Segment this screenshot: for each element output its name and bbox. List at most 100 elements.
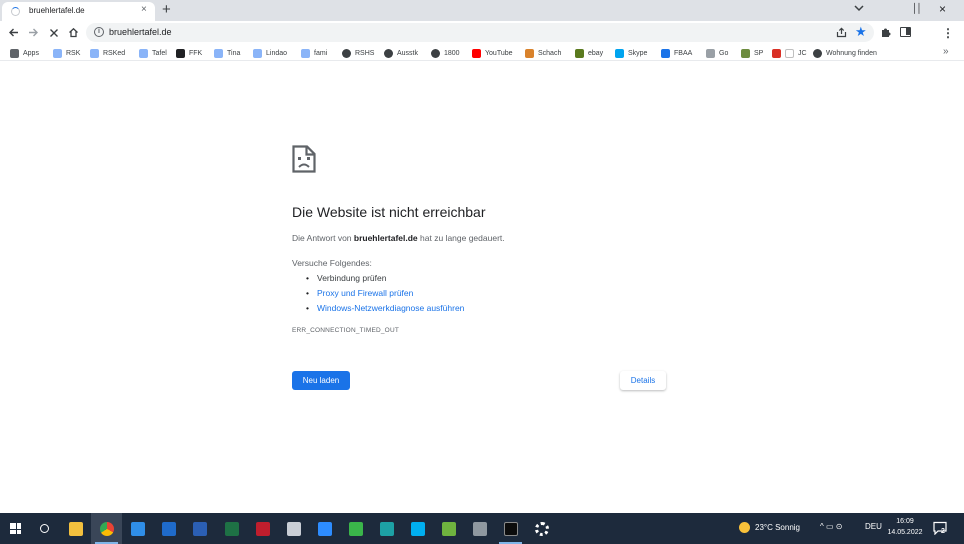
bookmark-tina[interactable]: Tina	[214, 47, 240, 59]
weather-widget[interactable]: 23°C Sonnig	[739, 522, 800, 533]
bookmark-wohnung-finden[interactable]: Wohnung finden	[813, 47, 877, 59]
error-code: ERR_CONNECTION_TIMED_OUT	[292, 327, 400, 334]
edge-icon	[379, 521, 394, 536]
windows-icon	[615, 48, 624, 58]
bookmark-label: fami	[314, 49, 328, 57]
suggestion-check-connection: Verbindung prüfen	[306, 273, 606, 283]
bookmark-sp[interactable]: SP	[741, 47, 763, 59]
terminal-icon	[503, 521, 518, 536]
bookmark-youtube[interactable]: YouTube	[472, 47, 513, 59]
window-control-icon[interactable]: ││	[912, 3, 922, 13]
details-button[interactable]: Details	[620, 371, 666, 390]
taskbar-skype-button[interactable]	[402, 513, 433, 544]
taskbar-excel-button[interactable]	[216, 513, 247, 544]
doc-icon	[53, 48, 62, 58]
bookmark-fbaa[interactable]: FBAA	[661, 47, 692, 59]
error-desc-prefix: Die Antwort von	[292, 233, 354, 243]
notification-center-button[interactable]: 2	[933, 521, 947, 540]
taskbar-edge-button[interactable]	[371, 513, 402, 544]
browser-menu-icon[interactable]: ⋮	[942, 26, 954, 40]
suggestion-check-proxy-firewall[interactable]: Proxy und Firewall prüfen	[306, 288, 606, 298]
home-button[interactable]	[66, 25, 81, 40]
bookmark-star-icon[interactable]: ★	[855, 24, 867, 40]
sad-document-icon	[292, 145, 316, 173]
taskbar-steam-button[interactable]	[464, 513, 495, 544]
address-bar[interactable]: i bruehlertafel.de ★	[86, 23, 874, 42]
forward-button[interactable]	[26, 25, 41, 40]
bookmark-label: JC	[798, 49, 807, 57]
clock-time: 16:09	[896, 518, 914, 525]
chrome-icon	[99, 521, 114, 536]
taskbar-windows-start-button[interactable]	[0, 513, 31, 544]
weather-text: 23°C Sonnig	[755, 523, 801, 532]
bookmark-ebay[interactable]: ebay	[575, 47, 603, 59]
reload-button[interactable]: Neu laden	[292, 371, 350, 390]
sun-icon	[739, 522, 750, 533]
tab-search-chevron-icon[interactable]	[854, 4, 864, 12]
globe-icon	[384, 48, 393, 58]
bag-icon	[575, 48, 584, 58]
bookmark-lindao[interactable]: Lindao	[253, 47, 287, 59]
tab-close-icon[interactable]: ×	[141, 4, 147, 15]
bookmark-skype[interactable]: Skype	[615, 47, 647, 59]
taskbar-file-explorer-button[interactable]	[60, 513, 91, 544]
bookmark-jc[interactable]: JC	[785, 47, 807, 59]
bookmarks-bar: » Apps RSK RSKed Tafel FFK Tina Lindao fami RSHS…	[0, 44, 964, 61]
suggestion-run-network-diagnostics[interactable]: Windows-Netzwerkdiagnose ausführen	[306, 303, 606, 313]
extensions-puzzle-icon[interactable]	[880, 26, 892, 38]
bookmark-label: SP	[754, 49, 764, 57]
back-arrow-icon	[9, 28, 18, 37]
bookmark-rsked[interactable]: RSKed	[90, 47, 125, 59]
taskbar-edge-legacy-button[interactable]	[122, 513, 153, 544]
bookmark-apps[interactable]: Apps	[10, 47, 39, 59]
bookmark-label: YouTube	[485, 49, 513, 57]
taskbar-photos-button[interactable]	[433, 513, 464, 544]
bookmark-1800[interactable]: 1800	[431, 47, 460, 59]
taskbar-zoom-button[interactable]	[309, 513, 340, 544]
input-language[interactable]: DEU	[865, 522, 882, 531]
side-panel-icon[interactable]	[900, 27, 911, 37]
site-info-icon[interactable]: i	[94, 27, 104, 37]
site-icon	[176, 48, 185, 58]
bookmark-schach[interactable]: Schach	[525, 47, 561, 59]
stop-x-icon	[49, 28, 58, 37]
more-bookmarks-icon[interactable]: »	[943, 46, 949, 57]
taskbar-search-button[interactable]	[29, 513, 60, 544]
back-button[interactable]	[6, 25, 21, 40]
taskbar-settings-button[interactable]	[526, 513, 557, 544]
taskbar-image-editor-button[interactable]	[340, 513, 371, 544]
bookmark-label: Apps	[23, 49, 39, 57]
error-description: Die Antwort von bruehlertafel.de hat zu …	[292, 233, 505, 243]
suggestion-link[interactable]: Proxy und Firewall prüfen	[317, 288, 413, 298]
new-tab-button[interactable]: +	[162, 1, 171, 18]
bookmark-label: RSK	[66, 49, 81, 57]
bookmark-ffk[interactable]: FFK	[176, 47, 202, 59]
word-icon	[192, 521, 207, 536]
bookmark-ausstk[interactable]: Ausstk	[384, 47, 418, 59]
globe-icon	[342, 48, 351, 58]
bookmark-go[interactable]: Go	[706, 47, 728, 59]
bookmark-label: Skype	[628, 49, 648, 57]
forward-arrow-icon	[29, 28, 38, 37]
bookmark-rsk[interactable]: RSK	[53, 47, 80, 59]
bookmark-label: Lindao	[266, 49, 288, 57]
taskbar-filezilla-button[interactable]	[247, 513, 278, 544]
share-icon[interactable]	[836, 27, 847, 38]
bookmark-tafel[interactable]: Tafel	[139, 47, 167, 59]
stop-loading-button[interactable]	[46, 25, 61, 40]
window-close-button[interactable]: ×	[939, 2, 946, 16]
suggestion-link[interactable]: Windows-Netzwerkdiagnose ausführen	[317, 303, 464, 313]
browser-tab[interactable]: bruehlertafel.de ×	[2, 2, 155, 21]
system-tray-icons[interactable]: ^ ▭ ⊙	[820, 522, 842, 531]
system-clock[interactable]: 16:09 14.05.2022	[884, 516, 926, 538]
taskbar-chrome-button[interactable]	[91, 513, 122, 544]
taskbar-outlook-button[interactable]	[153, 513, 184, 544]
taskbar-printer-button[interactable]	[278, 513, 309, 544]
bookmark-rshs[interactable]: RSHS	[342, 47, 374, 59]
bookmark-fami[interactable]: fami	[301, 47, 327, 59]
printer-icon	[286, 521, 301, 536]
url-text[interactable]: bruehlertafel.de	[109, 27, 172, 37]
bookmark-item-18[interactable]	[772, 47, 781, 59]
taskbar-terminal-button[interactable]	[495, 513, 526, 544]
taskbar-word-button[interactable]	[184, 513, 215, 544]
